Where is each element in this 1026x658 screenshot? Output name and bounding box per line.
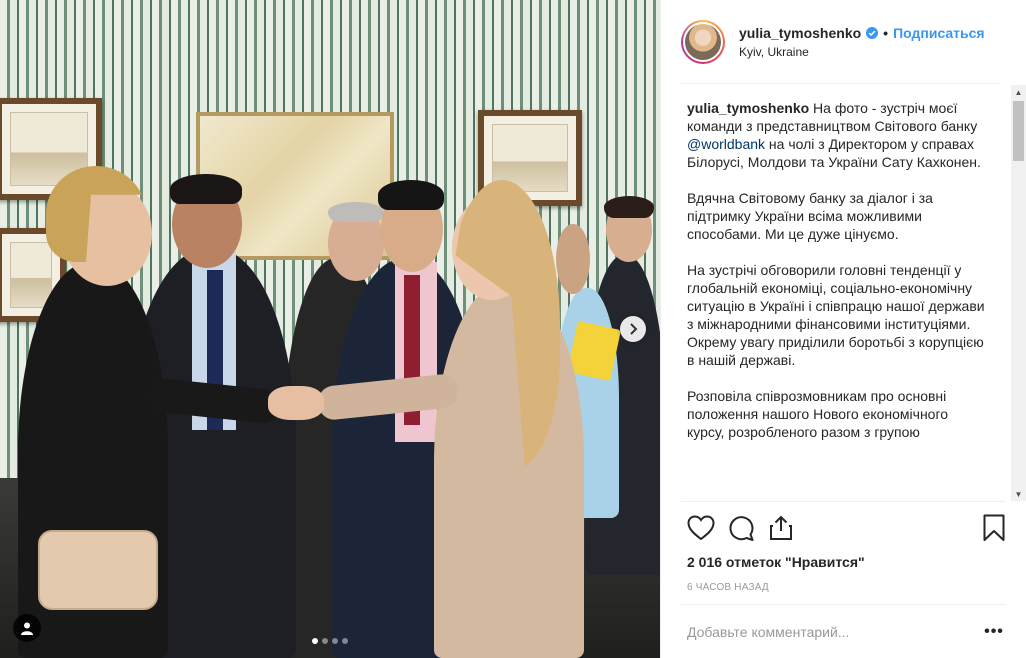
photo-handbag bbox=[38, 530, 158, 610]
post-caption: yulia_tymoshenko На фото - зустріч моєї … bbox=[661, 85, 1026, 441]
photo-person-head bbox=[556, 224, 590, 294]
post-side-panel: yulia_tymoshenko • Подписаться Kyiv, Ukr… bbox=[660, 0, 1026, 658]
post-header-text: yulia_tymoshenko • Подписаться Kyiv, Ukr… bbox=[739, 25, 985, 59]
carousel-dot bbox=[332, 638, 338, 644]
photo-person-hair bbox=[604, 196, 654, 218]
photo-person bbox=[434, 282, 584, 658]
carousel-dot bbox=[312, 638, 318, 644]
bookmark-icon bbox=[983, 514, 1005, 541]
caption-username-link[interactable]: yulia_tymoshenko bbox=[687, 100, 809, 116]
avatar[interactable] bbox=[681, 19, 725, 64]
more-options-button[interactable]: ••• bbox=[982, 623, 1006, 641]
caption-paragraph: На зустрічі обговорили головні тенденції… bbox=[687, 262, 985, 368]
photo-handshake bbox=[268, 386, 324, 420]
post-header-row: yulia_tymoshenko • Подписаться bbox=[739, 25, 985, 41]
user-tags-button[interactable] bbox=[13, 614, 41, 642]
caption-paragraph: Вдячна Світовому банку за діалог і за пі… bbox=[687, 190, 933, 242]
comment-form: ••• bbox=[681, 604, 1006, 658]
scroll-down-arrow[interactable]: ▼ bbox=[1011, 487, 1026, 501]
action-icons-row bbox=[681, 502, 1006, 554]
scrollbar-thumb[interactable] bbox=[1013, 101, 1024, 161]
chevron-right-icon bbox=[630, 323, 638, 335]
caption-paragraph: Розповіла співрозмовникам про основні по… bbox=[687, 388, 949, 440]
photo-person-hair bbox=[170, 174, 242, 204]
likes-count[interactable]: 2 016 отметок "Нравится" bbox=[681, 554, 1006, 570]
carousel-dot bbox=[342, 638, 348, 644]
more-options-icon: ••• bbox=[984, 622, 1004, 640]
photo-person-hair bbox=[328, 202, 384, 222]
share-icon bbox=[770, 515, 792, 540]
carousel-indicator bbox=[312, 638, 348, 644]
header-separator: • bbox=[883, 24, 889, 41]
avatar-image bbox=[683, 21, 723, 62]
heart-icon bbox=[687, 515, 715, 541]
carousel-next-button[interactable] bbox=[620, 316, 646, 342]
post-timestamp[interactable]: 6 часов назад bbox=[681, 582, 1006, 593]
post-dialog: yulia_tymoshenko • Подписаться Kyiv, Ukr… bbox=[0, 0, 1026, 658]
scroll-up-arrow[interactable]: ▲ bbox=[1011, 85, 1026, 99]
caption-scrollbar[interactable]: ▲ ▼ bbox=[1011, 85, 1026, 501]
comment-button[interactable] bbox=[721, 508, 761, 548]
verified-badge-icon bbox=[866, 26, 879, 39]
caption-scroll-area[interactable]: yulia_tymoshenko На фото - зустріч моєї … bbox=[661, 85, 1026, 501]
post-photo[interactable] bbox=[0, 0, 660, 658]
photo-person-hair bbox=[378, 180, 444, 210]
comment-input[interactable] bbox=[681, 623, 982, 640]
carousel-dot bbox=[322, 638, 328, 644]
save-button[interactable] bbox=[974, 508, 1014, 548]
follow-button[interactable]: Подписаться bbox=[893, 25, 985, 41]
caption-paragraph: yulia_tymoshenko На фото - зустріч моєї … bbox=[687, 99, 986, 171]
share-button[interactable] bbox=[761, 508, 801, 548]
user-tag-icon bbox=[21, 622, 33, 635]
post-header: yulia_tymoshenko • Подписаться Kyiv, Ukr… bbox=[681, 0, 1000, 84]
like-button[interactable] bbox=[681, 508, 721, 548]
comment-bubble-icon bbox=[729, 516, 754, 541]
mention-link[interactable]: @worldbank bbox=[687, 136, 765, 152]
post-actions: 2 016 отметок "Нравится" 6 часов назад bbox=[681, 501, 1006, 593]
location-link[interactable]: Kyiv, Ukraine bbox=[739, 45, 985, 59]
username-link[interactable]: yulia_tymoshenko bbox=[739, 25, 861, 41]
